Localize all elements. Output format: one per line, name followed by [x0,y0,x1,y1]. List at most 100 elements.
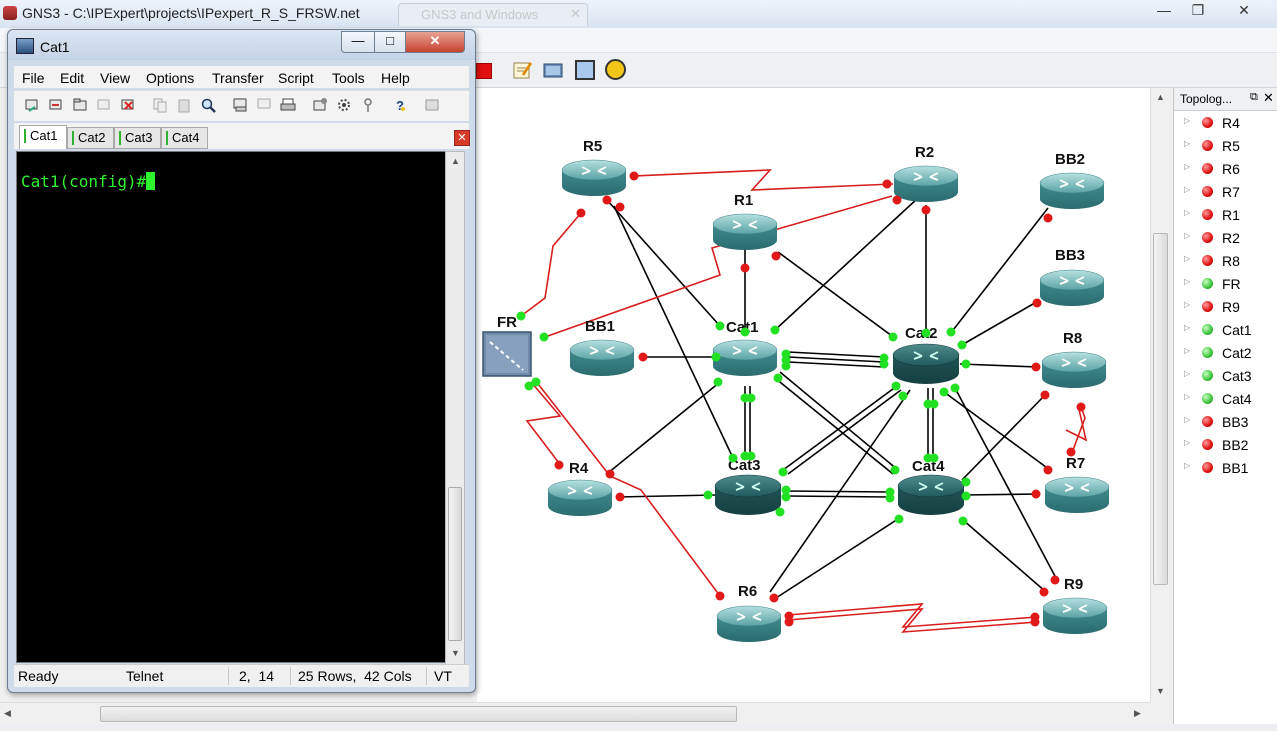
scrollbar-thumb[interactable] [100,706,737,722]
expand-arrow-icon[interactable]: ▷ [1184,392,1190,401]
sftp-icon[interactable] [424,97,440,113]
topology-item-r7[interactable]: ▷ R7 [1174,181,1277,203]
expand-arrow-icon[interactable]: ▷ [1184,346,1190,355]
terminal-maximize-button[interactable]: □ [374,31,406,53]
menu-file[interactable]: File [22,70,45,86]
print-selection-icon[interactable] [256,97,272,113]
menu-transfer[interactable]: Transfer [212,70,264,86]
terminal-minimize-button[interactable]: — [341,31,375,53]
connect-tab-icon[interactable] [72,97,88,113]
tab-cat2[interactable]: Cat2 [67,127,114,149]
menu-view[interactable]: View [100,70,130,86]
screenshot-icon[interactable] [542,59,564,81]
expand-arrow-icon[interactable]: ▷ [1184,162,1190,171]
topology-item-r9[interactable]: ▷ R9 [1174,296,1277,318]
router-R8[interactable]: R8 [1041,330,1107,388]
ellipse-shape-icon[interactable] [605,59,626,80]
print-setup-icon[interactable] [232,97,248,113]
expand-arrow-icon[interactable]: ▷ [1184,300,1190,309]
frame-relay-switch-FR[interactable]: FR [482,314,532,377]
expand-arrow-icon[interactable]: ▷ [1184,139,1190,148]
switch-Cat4[interactable]: Cat4 [897,458,965,515]
disconnect-icon[interactable] [120,97,136,113]
topology-item-bb2[interactable]: ▷ BB2 [1174,434,1277,456]
tab-cat1[interactable]: Cat1 [19,125,67,149]
undock-icon[interactable]: ⧉ [1250,91,1258,104]
router-BB2[interactable]: BB2 [1039,151,1105,209]
router-BB3[interactable]: BB3 [1039,247,1105,306]
close-icon[interactable]: ✕ [570,6,581,22]
canvas-vertical-scrollbar[interactable]: ▲ ▼ [1150,88,1169,702]
tab-cat4[interactable]: Cat4 [161,127,208,149]
topology-item-cat1[interactable]: ▷ Cat1 [1174,319,1277,341]
note-icon[interactable] [511,59,533,81]
paste-icon[interactable] [176,97,192,113]
copy-icon[interactable] [152,97,168,113]
scroll-up-icon[interactable]: ▲ [1156,92,1165,102]
topology-item-r4[interactable]: ▷ R4 [1174,112,1277,134]
connect-icon[interactable] [24,97,40,113]
router-R9[interactable]: R9 [1042,576,1108,634]
topology-item-cat4[interactable]: ▷ Cat4 [1174,388,1277,410]
topology-item-r6[interactable]: ▷ R6 [1174,158,1277,180]
close-icon[interactable]: ✕ [1263,90,1274,106]
topology-item-r2[interactable]: ▷ R2 [1174,227,1277,249]
background-window-tab[interactable]: GNS3 and Windows ✕ [398,3,588,26]
menu-help[interactable]: Help [381,70,410,86]
router-R1[interactable]: R1 [712,192,778,250]
expand-arrow-icon[interactable]: ▷ [1184,369,1190,378]
gns3-close-button[interactable]: ✕ [1216,1,1272,19]
scrollbar-thumb[interactable] [448,487,462,641]
topology-item-fr[interactable]: ▷ FR [1174,273,1277,295]
router-R5[interactable]: R5 [561,138,627,196]
gns3-maximize-button[interactable]: ❐ [1182,1,1214,19]
router-R7[interactable]: R7 [1044,455,1110,513]
expand-arrow-icon[interactable]: ▷ [1184,277,1190,286]
expand-arrow-icon[interactable]: ▷ [1184,254,1190,263]
topology-item-r8[interactable]: ▷ R8 [1174,250,1277,272]
close-tab-button[interactable]: ✕ [454,130,470,146]
terminal-screen[interactable]: Cat1(config)# [16,151,446,663]
scrollbar-thumb[interactable] [1153,233,1168,585]
tab-cat3[interactable]: Cat3 [114,127,161,149]
expand-arrow-icon[interactable]: ▷ [1184,438,1190,447]
terminal-close-button[interactable]: ✕ [405,31,465,53]
terminal-title-bar[interactable]: Cat1 — □ ✕ [8,30,475,60]
gns3-minimize-button[interactable]: — [1148,1,1180,19]
menu-edit[interactable]: Edit [60,70,84,86]
canvas-horizontal-scrollbar[interactable]: ◀ ▶ [0,702,1150,725]
terminal-vertical-scrollbar[interactable]: ▲ ▼ [445,151,465,665]
scroll-right-icon[interactable]: ▶ [1134,708,1141,719]
expand-arrow-icon[interactable]: ▷ [1184,461,1190,470]
topology-item-cat3[interactable]: ▷ Cat3 [1174,365,1277,387]
find-icon[interactable] [200,97,216,113]
topology-item-bb3[interactable]: ▷ BB3 [1174,411,1277,433]
global-options-icon[interactable] [336,97,352,113]
topology-item-cat2[interactable]: ▷ Cat2 [1174,342,1277,364]
router-R6[interactable]: R6 [716,583,782,642]
router-R2[interactable]: R2 [893,144,959,202]
scroll-up-icon[interactable]: ▲ [451,156,460,166]
switch-Cat3[interactable]: Cat3 [714,457,782,515]
topology-item-r5[interactable]: ▷ R5 [1174,135,1277,157]
stop-icon[interactable] [476,63,492,79]
expand-arrow-icon[interactable]: ▷ [1184,185,1190,194]
expand-arrow-icon[interactable]: ▷ [1184,415,1190,424]
help-icon[interactable]: ? [392,97,408,113]
expand-arrow-icon[interactable]: ▷ [1184,231,1190,240]
scroll-left-icon[interactable]: ◀ [4,708,11,719]
topology-item-bb1[interactable]: ▷ BB1 [1174,457,1277,479]
menu-script[interactable]: Script [278,70,314,86]
expand-arrow-icon[interactable]: ▷ [1184,116,1190,125]
quick-connect-icon[interactable] [48,97,64,113]
print-icon[interactable] [280,97,296,113]
key-icon[interactable] [360,97,376,113]
menu-options[interactable]: Options [146,70,194,86]
reconnect-icon[interactable] [96,97,112,113]
rectangle-shape-icon[interactable] [575,60,595,80]
topology-canvas[interactable]: R5 R2 BB2 R1 BB3 BB1 R8 R4 R7 R6 R9 Cat1… [477,88,1150,702]
menu-tools[interactable]: Tools [332,70,365,86]
expand-arrow-icon[interactable]: ▷ [1184,208,1190,217]
topology-item-r1[interactable]: ▷ R1 [1174,204,1277,226]
scroll-down-icon[interactable]: ▼ [451,648,460,658]
